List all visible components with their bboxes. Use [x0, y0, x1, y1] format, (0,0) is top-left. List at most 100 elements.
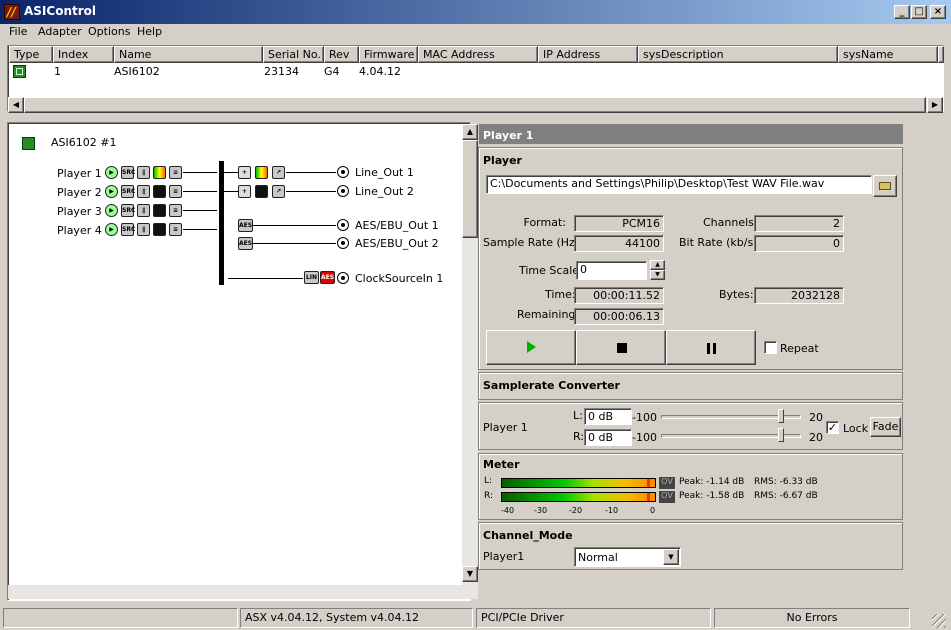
src-node-icon[interactable]: SRC: [121, 204, 135, 217]
meter-node-icon[interactable]: [153, 204, 166, 217]
meter-node-icon[interactable]: [153, 223, 166, 236]
column-header-sysname[interactable]: sysName: [838, 46, 938, 63]
volume-node-icon[interactable]: ∥: [137, 185, 150, 198]
src-l-input[interactable]: 0 dB: [584, 408, 632, 425]
mixer-bus[interactable]: [219, 161, 224, 285]
src-node-icon[interactable]: SRC: [121, 185, 135, 198]
line-out-1-connector-icon[interactable]: [337, 166, 349, 178]
adapter-list[interactable]: Type Index Name Serial No. Rev Firmware …: [7, 45, 944, 113]
column-header-name[interactable]: Name: [114, 46, 263, 63]
play-node-icon[interactable]: ▶: [105, 166, 118, 179]
fade-button[interactable]: Fade: [870, 417, 901, 437]
time-scale-up-button[interactable]: ▲: [650, 260, 665, 270]
play-node-icon[interactable]: ▶: [105, 185, 118, 198]
out-volume-node-icon[interactable]: ↗: [272, 185, 285, 198]
line-out-1-label[interactable]: Line_Out 1: [355, 166, 414, 179]
scroll-up-button[interactable]: ▲: [462, 124, 478, 140]
play-node-icon[interactable]: ▶: [105, 223, 118, 236]
meter-node-icon[interactable]: [153, 185, 166, 198]
player-3-nodes[interactable]: ▶ SRC ∥ ≡: [105, 204, 225, 218]
table-row[interactable]: 1 ASI6102 23134 G4 4.04.12: [8, 63, 943, 79]
file-path-field[interactable]: C:\Documents and Settings\Philip\Desktop…: [486, 175, 872, 194]
scroll-left-button[interactable]: ◀: [8, 97, 24, 113]
player-1-label[interactable]: Player 1: [57, 167, 102, 180]
cell-index: 1: [54, 65, 61, 78]
scroll-thumb[interactable]: [24, 97, 926, 113]
lock-checkbox[interactable]: ✓: [826, 421, 839, 434]
menu-adapter[interactable]: Adapter: [38, 25, 82, 38]
minimize-button[interactable]: _: [894, 5, 910, 19]
clock-lin-node-icon[interactable]: LIN: [304, 271, 319, 284]
column-header-extra[interactable]: s: [938, 46, 944, 63]
player-1-nodes[interactable]: ▶ SRC ∥ ≡: [105, 166, 225, 180]
aes-out-1-connector-icon[interactable]: [337, 219, 349, 231]
out-meter-node-icon[interactable]: [255, 185, 268, 198]
channel-mode-select[interactable]: Normal ▼: [574, 547, 681, 567]
resize-grip-icon[interactable]: [932, 614, 946, 628]
maximize-button[interactable]: □: [911, 5, 927, 19]
chevron-down-icon[interactable]: ▼: [663, 549, 679, 565]
out-volume-node-icon[interactable]: ↗: [272, 166, 285, 179]
horizontal-scrollbar[interactable]: ◀ ▶: [8, 97, 943, 113]
player-node-group[interactable]: ▶ SRC ∥ ≡ ▶ SRC ∥ ≡ ▶ SRC ∥ ≡ ▶ SRC ∥ ≡: [105, 166, 225, 242]
aes-out-2-connector-icon[interactable]: [337, 237, 349, 249]
column-header-sysdescription[interactable]: sysDescription: [638, 46, 838, 63]
play-node-icon[interactable]: ▶: [105, 204, 118, 217]
volume-node-icon[interactable]: ∥: [137, 223, 150, 236]
close-button[interactable]: ×: [930, 5, 946, 19]
aes-node-icon[interactable]: AES: [238, 237, 253, 250]
menu-options[interactable]: Options: [88, 25, 130, 38]
player-4-nodes[interactable]: ▶ SRC ∥ ≡: [105, 223, 225, 237]
column-header-mac[interactable]: MAC Address: [418, 46, 538, 63]
volume-node-icon[interactable]: ∥: [137, 166, 150, 179]
scroll-down-button[interactable]: ▼: [462, 566, 478, 582]
vertical-scrollbar[interactable]: ▲ ▼: [462, 124, 478, 599]
stop-button[interactable]: [576, 330, 666, 365]
mixer-node-icon[interactable]: +: [238, 166, 251, 179]
player-2-label[interactable]: Player 2: [57, 186, 102, 199]
time-scale-input[interactable]: 0: [576, 261, 647, 280]
aes-node-icon[interactable]: AES: [238, 219, 253, 232]
mode-node-icon[interactable]: ≡: [169, 223, 182, 236]
scroll-thumb[interactable]: [462, 140, 478, 238]
title-bar[interactable]: // ASIControl _ □ ×: [0, 0, 951, 24]
clock-aes-node-icon[interactable]: AES: [320, 271, 335, 284]
src-r-input[interactable]: 0 dB: [584, 429, 632, 446]
src-node-icon[interactable]: SRC: [121, 223, 135, 236]
column-header-serial[interactable]: Serial No.: [263, 46, 324, 63]
menu-help[interactable]: Help: [137, 25, 162, 38]
mode-node-icon[interactable]: ≡: [169, 185, 182, 198]
column-header-firmware[interactable]: Firmware: [359, 46, 418, 63]
mode-node-icon[interactable]: ≡: [169, 204, 182, 217]
column-header-rev[interactable]: Rev: [324, 46, 359, 63]
aes-out-2-label[interactable]: AES/EBU_Out 2: [355, 237, 439, 250]
src-node-icon[interactable]: SRC: [121, 166, 135, 179]
open-folder-button[interactable]: [873, 175, 897, 197]
aes-out-1-label[interactable]: AES/EBU_Out 1: [355, 219, 439, 232]
play-button[interactable]: [486, 330, 576, 365]
column-header-type[interactable]: Type: [9, 46, 53, 63]
player-3-label[interactable]: Player 3: [57, 205, 102, 218]
volume-node-icon[interactable]: ∥: [137, 204, 150, 217]
repeat-checkbox[interactable]: [764, 341, 777, 354]
line-out-2-label[interactable]: Line_Out 2: [355, 185, 414, 198]
menu-file[interactable]: File: [9, 25, 27, 38]
column-header-ip[interactable]: IP Address: [538, 46, 638, 63]
topology-panel[interactable]: ASI6102 #1 Player 1 Player 2 Player 3 Pl…: [7, 122, 478, 601]
meter-node-icon[interactable]: [153, 166, 166, 179]
player-2-nodes[interactable]: ▶ SRC ∥ ≡: [105, 185, 225, 199]
pause-button[interactable]: [666, 330, 756, 365]
clock-source-label[interactable]: ClockSourceIn 1: [355, 272, 443, 285]
mixer-node-icon[interactable]: +: [238, 185, 251, 198]
time-scale-down-button[interactable]: ▼: [650, 270, 665, 280]
line-out-2-connector-icon[interactable]: [337, 185, 349, 197]
scroll-right-button[interactable]: ▶: [927, 97, 943, 113]
column-header-index[interactable]: Index: [53, 46, 114, 63]
player-4-label[interactable]: Player 4: [57, 224, 102, 237]
out-meter-node-icon[interactable]: [255, 166, 268, 179]
src-r-slider-thumb[interactable]: [778, 428, 785, 442]
clock-source-connector-icon[interactable]: [337, 272, 349, 284]
mode-node-icon[interactable]: ≡: [169, 166, 182, 179]
signal-wire: [286, 191, 336, 192]
src-l-slider-thumb[interactable]: [778, 409, 785, 423]
